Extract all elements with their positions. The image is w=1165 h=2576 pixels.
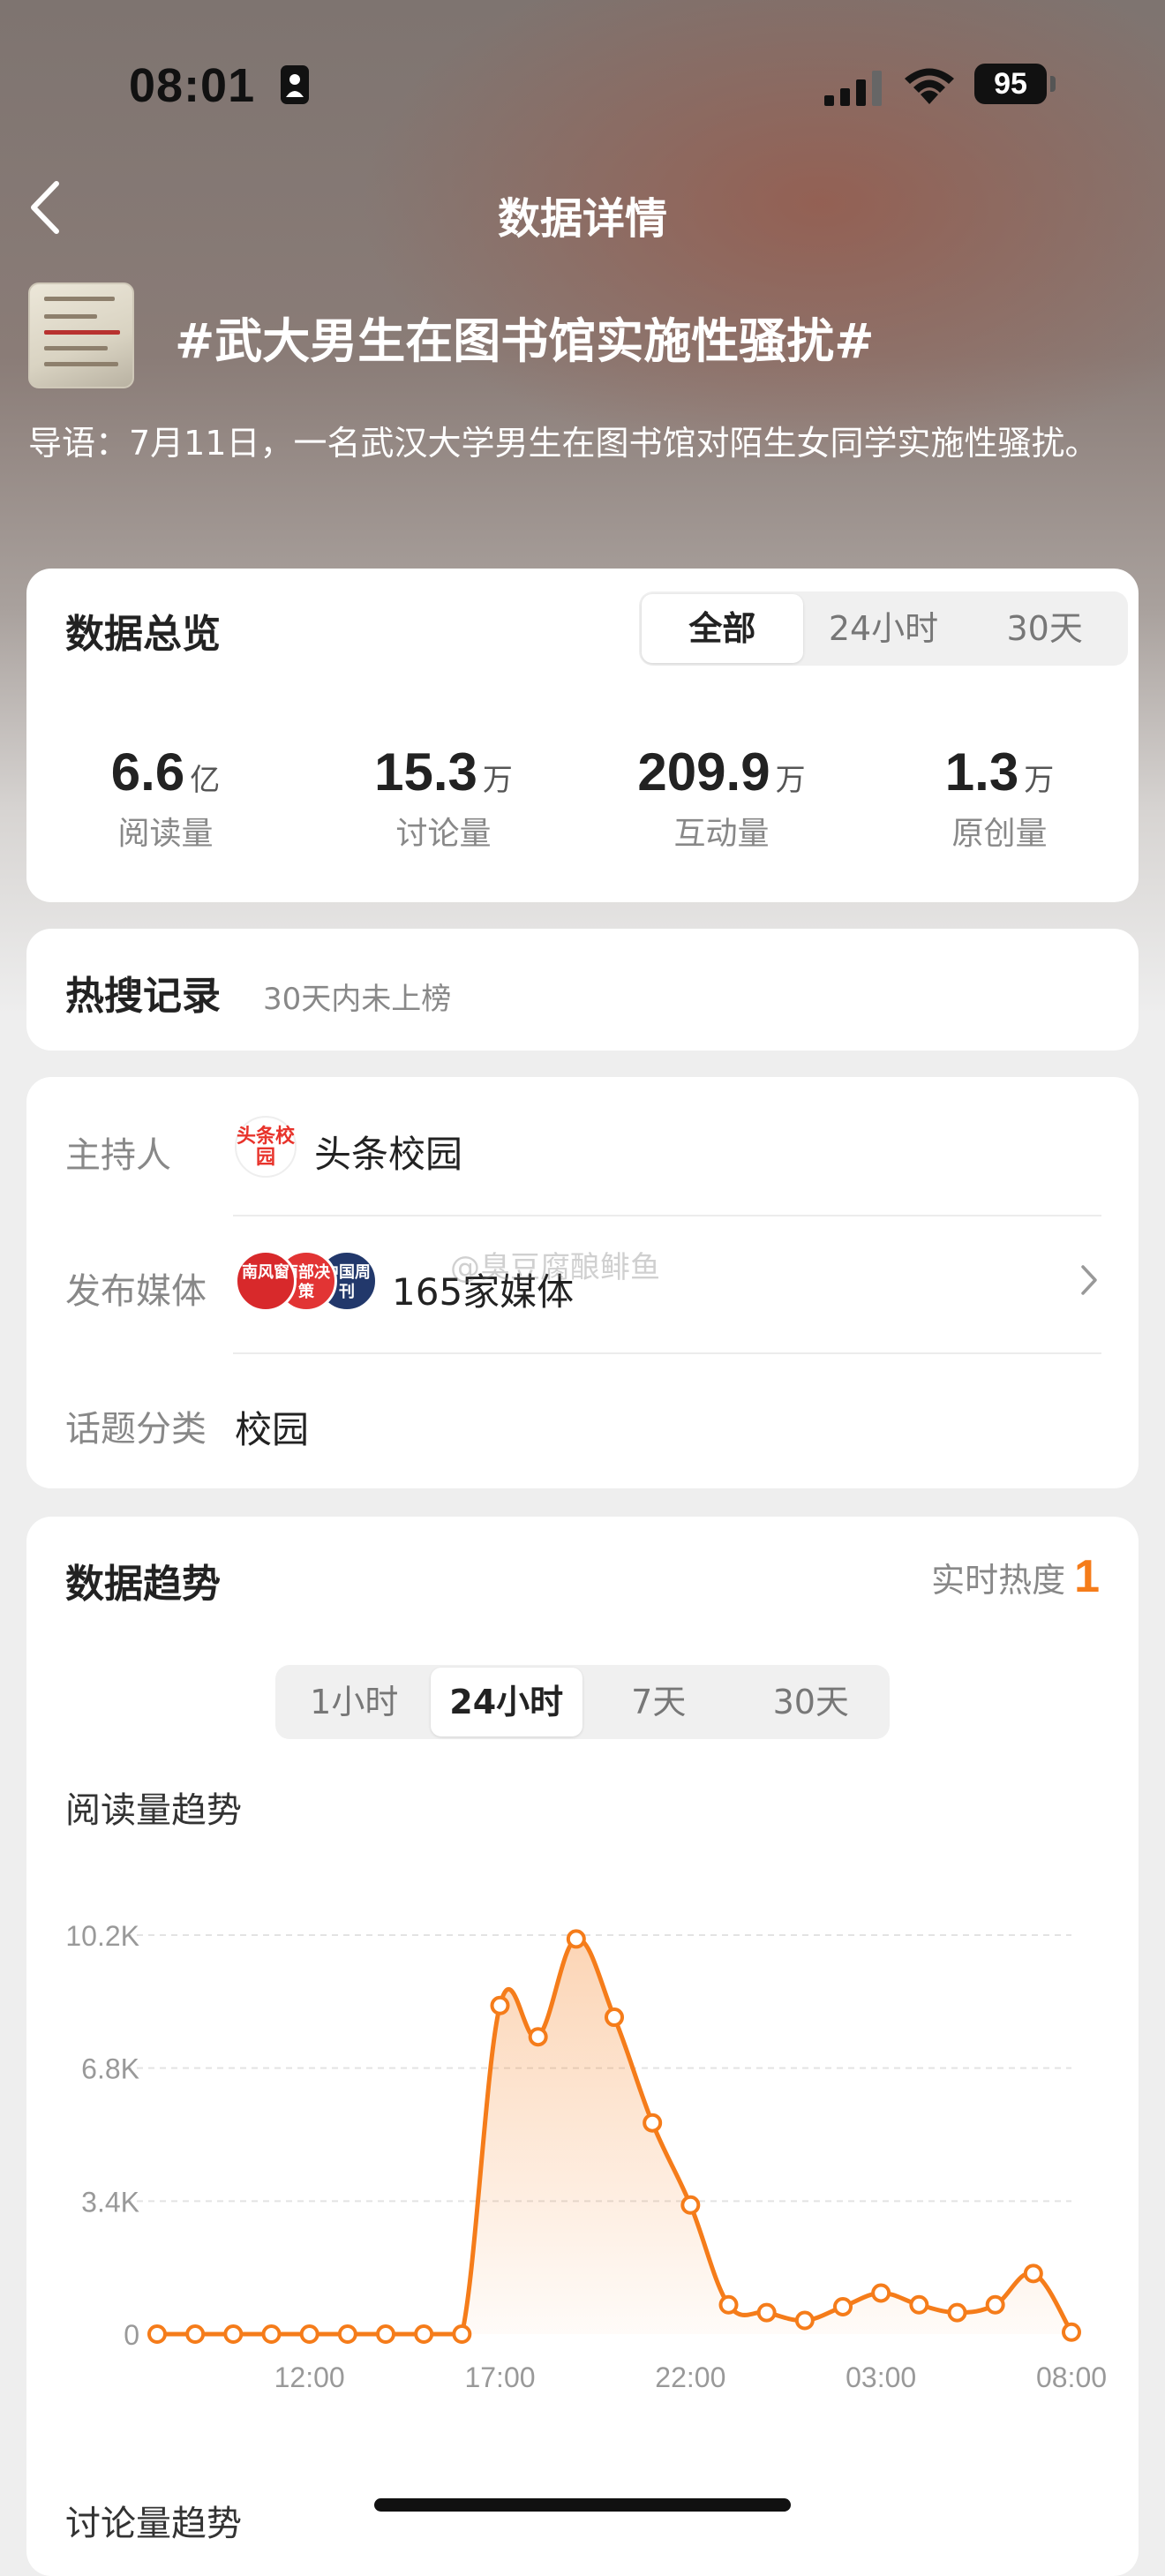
data-point: [643, 2113, 663, 2133]
data-point: [680, 2195, 701, 2215]
host-logo-text: 头条校园: [237, 1126, 296, 1169]
y-tick-label: 3.4K: [81, 2186, 139, 2218]
data-point: [1062, 2322, 1081, 2342]
hot-search-note: 30天内未上榜: [263, 982, 452, 1017]
stat-label: 原创量: [951, 816, 1048, 852]
data-point: [185, 2324, 206, 2344]
trend-card: 数据趋势 实时热度 1 1小时 24小时 7天 30天 阅读量趋势 0 3.4K 6.…: [26, 1517, 1139, 2576]
stat-label: 讨论量: [395, 816, 492, 852]
overview-range-tabs: 全部 24小时 30天: [639, 591, 1128, 666]
stat-value: 15.3: [374, 742, 477, 802]
y-tick-label: 0: [124, 2319, 139, 2351]
discussion-chart-label: 讨论量趋势: [65, 2504, 242, 2544]
data-point: [147, 2324, 167, 2344]
topic-header: #武大男生在图书馆实施性骚扰#: [28, 282, 1140, 388]
category-row: 话题分类 校园: [26, 1354, 1139, 1491]
y-tick-label: 6.8K: [81, 2053, 139, 2085]
data-point: [299, 2324, 319, 2344]
page-title: 数据详情: [497, 194, 667, 244]
x-tick-label: 22:00: [655, 2361, 725, 2393]
series-area: [157, 1939, 1071, 2334]
focus-person-icon: [281, 65, 309, 104]
stat-unit: 万: [482, 763, 513, 798]
overview-tab-30d[interactable]: 30天: [964, 594, 1125, 663]
x-tick-label: 08:00: [1036, 2361, 1107, 2393]
stat-label: 阅读量: [117, 816, 214, 852]
nav-bar: 数据详情: [0, 168, 1165, 247]
overview-tab-all[interactable]: 全部: [642, 594, 803, 663]
data-point: [414, 2324, 434, 2344]
data-point: [794, 2310, 815, 2331]
data-point: [261, 2324, 282, 2344]
reads-trend-chart: 0 3.4K 6.8K 10.2K 12:00 17:00 22:00 03:00 08:00: [65, 1920, 1107, 2393]
overview-card: 数据总览 全部 24小时 30天 6.6 亿 阅读量 15.3 万 讨论量 209.…: [26, 569, 1139, 902]
stat-unit: 亿: [190, 763, 221, 798]
stat-originals: 1.3 万 原创量: [861, 742, 1139, 854]
y-tick-label: 10.2K: [65, 1920, 139, 1952]
stat-unit: 万: [775, 763, 806, 798]
stat-interactions: 209.9 万 互动量: [582, 742, 861, 854]
topic-title: #武大男生在图书馆实施性骚扰#: [175, 313, 875, 369]
data-point: [1023, 2263, 1043, 2284]
host-row[interactable]: 主持人 头条校园 头条校园: [26, 1077, 1139, 1214]
stat-unit: 万: [1024, 763, 1055, 798]
battery-tip: [1050, 76, 1056, 92]
x-tick-label: 03:00: [846, 2361, 916, 2393]
data-point: [718, 2294, 739, 2315]
overview-title: 数据总览: [65, 612, 221, 657]
data-point: [947, 2302, 967, 2323]
host-name: 头条校园: [314, 1133, 463, 1176]
x-tick-label: 12:00: [274, 2361, 345, 2393]
hot-search-card[interactable]: 热搜记录 30天内未上榜: [26, 929, 1139, 1051]
topic-thumbnail[interactable]: [28, 282, 134, 388]
stat-value: 6.6: [110, 742, 185, 802]
data-point: [909, 2294, 929, 2315]
data-point: [833, 2296, 853, 2316]
data-point: [566, 1929, 586, 1949]
data-point: [337, 2324, 357, 2344]
data-point: [528, 2027, 548, 2047]
wifi-icon: [905, 68, 954, 104]
battery-indicator: 95: [974, 64, 1047, 104]
stat-discussions: 15.3 万 讨论量: [304, 742, 582, 854]
category-value: 校园: [235, 1408, 310, 1451]
media-logo-1: 南风窗: [235, 1250, 297, 1312]
status-time: 08:01: [129, 59, 256, 112]
stat-value: 209.9: [637, 742, 770, 802]
watermark: @臭豆腐酿鲱鱼: [450, 1250, 660, 1285]
data-point: [376, 2324, 395, 2344]
overview-stats: 6.6 亿 阅读量 15.3 万 讨论量 209.9 万 互动量 1.3 万 原创量: [26, 742, 1139, 854]
data-point: [871, 2283, 891, 2303]
media-label: 发布媒体: [65, 1271, 207, 1312]
host-logo: 头条校园: [235, 1116, 297, 1178]
data-point: [223, 2324, 244, 2344]
data-point: [756, 2302, 777, 2323]
cellular-signal-icon: [824, 71, 882, 106]
data-point: [605, 2007, 624, 2028]
hot-search-title: 热搜记录: [65, 974, 221, 1019]
host-label: 主持人: [65, 1135, 171, 1176]
stat-value: 1.3: [944, 742, 1019, 802]
x-tick-label: 17:00: [464, 2361, 535, 2393]
data-point: [490, 1995, 510, 2015]
chevron-right-icon[interactable]: [1079, 1262, 1100, 1298]
data-point: [452, 2324, 472, 2344]
home-indicator: [374, 2498, 791, 2512]
topic-intro: 导语：7月11日，一名武汉大学男生在图书馆对陌生女同学实施性骚扰。: [28, 424, 1099, 463]
stat-reads: 6.6 亿 阅读量: [26, 742, 304, 854]
status-bar: 08:01 95: [0, 53, 1165, 115]
data-point: [985, 2294, 1005, 2315]
stat-label: 互动量: [673, 816, 770, 852]
overview-tab-24h[interactable]: 24小时: [803, 594, 965, 663]
category-label: 话题分类: [65, 1409, 207, 1450]
